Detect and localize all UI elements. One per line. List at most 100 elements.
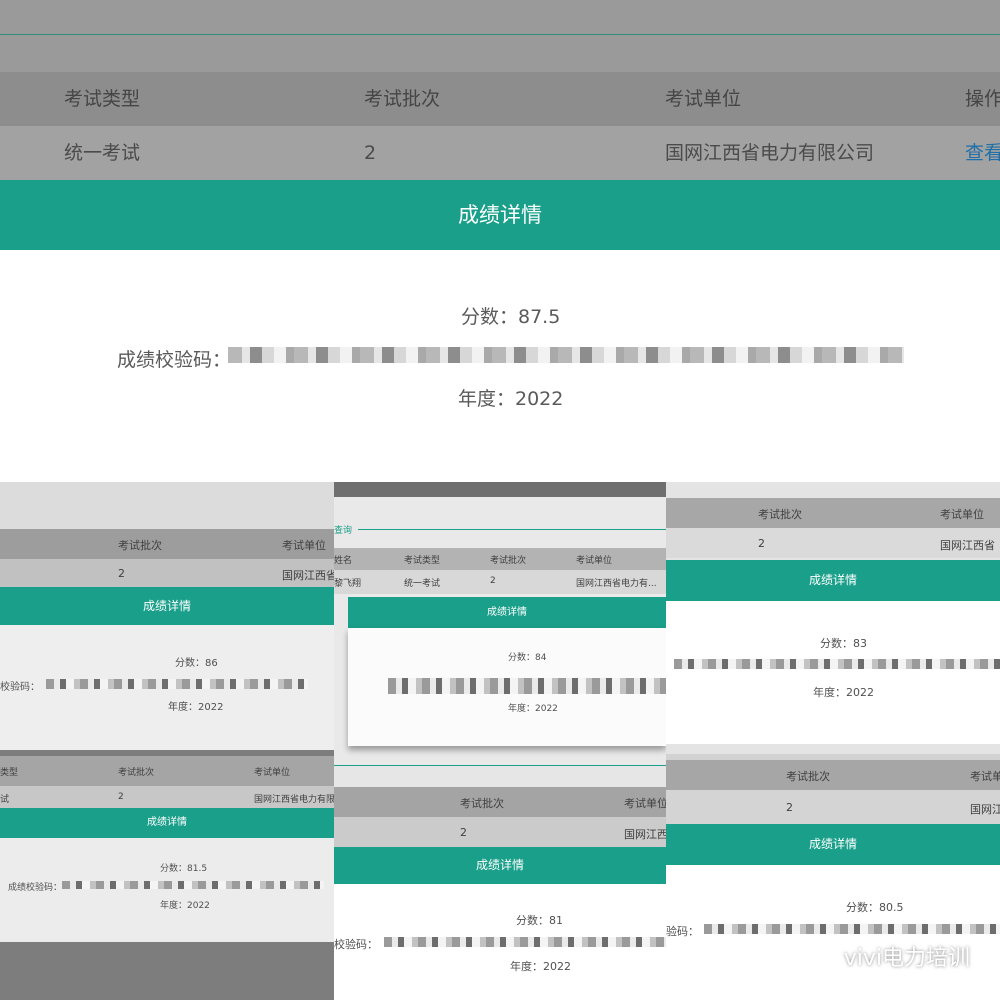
thumb-divider xyxy=(358,529,666,530)
thumb-modal-body: 分数：81 校验码： 年度：2022 xyxy=(334,884,666,1000)
thumb-modal-body: 分数：81.5 成绩校验码： 年度：2022 xyxy=(0,838,334,942)
header-divider xyxy=(0,34,1000,35)
thumb-score: 分数：83 xyxy=(820,637,867,650)
thumb-cell-batch: 2 xyxy=(460,826,467,839)
modal-title: 成绩详情 xyxy=(0,180,1000,250)
thumb-header-type: 类型 xyxy=(0,768,19,778)
thumb-cell-unit: 国网江西省电力有限公 xyxy=(254,795,334,805)
thumb-modal-title: 成绩详情 xyxy=(334,847,666,884)
thumb-header-type: 考试类型 xyxy=(404,556,441,566)
thumb-check-redacted xyxy=(62,881,324,889)
thumb-check-label: 成绩校验码： xyxy=(8,883,63,893)
score-text: 分数：87.5 xyxy=(461,306,561,328)
thumb-check-label: 校验码： xyxy=(0,682,40,693)
thumb-header-batch: 考试批次 xyxy=(118,539,162,552)
thumb-table-header: 考试批次 考试单位 xyxy=(666,498,1000,528)
thumb-query-label: 查询 xyxy=(334,526,353,536)
thumb-score: 分数：80.5 xyxy=(846,901,904,914)
thumbnail-d: 类型 考试批次 考试单位 试 2 国网江西省电力有限公 成绩详情 分数：81.5… xyxy=(0,750,334,1000)
thumb-year: 年度：2022 xyxy=(508,704,558,714)
thumb-check-label: 验码： xyxy=(666,925,699,938)
table-header: 考试类型 考试批次 考试单位 操作 xyxy=(0,72,1000,126)
thumb-year: 年度：2022 xyxy=(510,960,571,973)
thumb-table-header: 考试批次 考试单位 xyxy=(0,529,334,559)
thumb-score: 分数：81 xyxy=(516,914,563,927)
page-header-area xyxy=(0,0,1000,72)
thumb-cell-type: 试 xyxy=(0,795,10,805)
thumb-check-redacted xyxy=(46,679,308,689)
thumb-check-redacted xyxy=(674,659,1000,669)
thumb-header-batch: 考试批次 xyxy=(118,768,155,778)
thumb-cell-unit: 国网江西省 xyxy=(282,569,334,582)
thumb-check-redacted xyxy=(388,678,666,694)
thumb-modal-title: 成绩详情 xyxy=(666,560,1000,601)
thumbnail-a: 考试批次 考试单位 2 国网江西省 成绩详情 分数：86 校验码： 年度：202… xyxy=(0,482,334,750)
thumb-header-unit: 考试单 xyxy=(970,770,1000,783)
cell-exam-batch: 2 xyxy=(364,142,377,164)
thumb-header-batch: 考试批次 xyxy=(758,508,802,521)
thumb-header-unit: 考试单位 xyxy=(940,508,984,521)
thumb-header-unit: 考试单位 xyxy=(254,768,291,778)
thumb-score: 分数：84 xyxy=(508,653,547,663)
thumb-cell-batch: 2 xyxy=(758,537,765,550)
thumb-year: 年度：2022 xyxy=(160,901,210,911)
table-row: 统一考试 2 国网江西省电力有限公司 查看 xyxy=(0,126,1000,180)
thumbnail-c: 考试批次 考试单位 2 国网江西省 成绩详情 分数：83 年度：2022 xyxy=(666,482,1000,754)
thumb-table-row: 2 国网江西省 xyxy=(0,559,334,587)
thumb-table-row: 2 国网江 xyxy=(666,790,1000,824)
thumb-header-batch: 考试批次 xyxy=(490,556,527,566)
thumb-table-row: 黎飞翔 统一考试 2 国网江西省电力有... xyxy=(334,570,666,594)
header-action: 操作 xyxy=(965,88,1000,110)
thumb-header-batch: 考试批次 xyxy=(786,770,830,783)
collage: 考试类型 考试批次 考试单位 操作 统一考试 2 国网江西省电力有限公司 查看 … xyxy=(0,0,1000,1000)
thumb-table-header: 考试批次 考试单 xyxy=(666,760,1000,790)
thumb-table-header: 姓名 考试类型 考试批次 考试单位 xyxy=(334,548,666,570)
thumb-modal-body: 分数：80.5 验码： xyxy=(666,865,1000,1000)
thumb-check-label: 校验码： xyxy=(334,938,378,951)
thumb-modal-title: 成绩详情 xyxy=(348,597,666,628)
cell-exam-type: 统一考试 xyxy=(64,142,141,164)
thumb-cell-unit: 国网江西 xyxy=(624,828,666,841)
thumb-modal-body: 分数：86 校验码： 年度：2022 xyxy=(0,625,334,750)
thumb-table-header: 考试批次 考试单位 xyxy=(334,787,666,817)
thumb-modal-body: 分数：84 年度：2022 xyxy=(348,628,666,746)
thumb-header-unit: 考试单位 xyxy=(282,539,326,552)
thumb-cell-type: 统一考试 xyxy=(404,579,441,589)
cell-exam-unit: 国网江西省电力有限公司 xyxy=(665,142,875,164)
thumb-year: 年度：2022 xyxy=(813,686,874,699)
thumb-header-batch: 考试批次 xyxy=(460,797,504,810)
thumb-table-header: 类型 考试批次 考试单位 xyxy=(0,756,334,786)
watermark: vivi电力培训 xyxy=(811,940,970,972)
thumbnail-e: 考试批次 考试单位 2 国网江西 成绩详情 分数：81 校验码： 年度：2022 xyxy=(334,765,666,1000)
header-exam-type: 考试类型 xyxy=(64,88,141,110)
thumb-modal-body: 分数：83 年度：2022 xyxy=(666,601,1000,744)
thumb-table-row: 2 国网江西 xyxy=(334,817,666,847)
thumb-cell-batch: 2 xyxy=(118,567,125,580)
header-exam-batch: 考试批次 xyxy=(364,88,441,110)
thumb-modal-title: 成绩详情 xyxy=(0,587,334,625)
thumbnail-b: 查询 姓名 考试类型 考试批次 考试单位 黎飞翔 统一考试 2 国网江西省电力有… xyxy=(334,497,666,765)
thumb-year: 年度：2022 xyxy=(168,702,224,713)
thumb-check-redacted xyxy=(704,924,1000,934)
thumb-cell-unit: 国网江 xyxy=(970,803,1000,816)
year-text: 年度：2022 xyxy=(458,388,564,410)
header-exam-unit: 考试单位 xyxy=(665,88,742,110)
thumb-modal-title: 成绩详情 xyxy=(0,808,334,838)
thumb-cell-unit: 国网江西省 xyxy=(940,539,995,552)
view-link[interactable]: 查看 xyxy=(965,126,1000,180)
thumb-cell-batch: 2 xyxy=(786,801,793,814)
thumb-table-row: 2 国网江西省 xyxy=(666,528,1000,558)
modal-body: 分数：87.5 成绩校验码： 年度：2022 xyxy=(0,250,1000,482)
thumb-score: 分数：86 xyxy=(175,658,218,669)
watermark-text: vivi电力培训 xyxy=(843,946,970,971)
thumb-score: 分数：81.5 xyxy=(160,864,208,874)
thumb-cell-name: 黎飞翔 xyxy=(334,579,362,589)
thumb-cell-batch: 2 xyxy=(490,576,496,586)
thumb-cell-unit: 国网江西省电力有... xyxy=(576,579,657,589)
thumb-table-row: 试 2 国网江西省电力有限公 xyxy=(0,786,334,810)
thumb-cell-batch: 2 xyxy=(118,792,124,802)
thumb-divider xyxy=(334,765,666,766)
thumb-modal-title: 成绩详情 xyxy=(666,824,1000,865)
thumb-header-name: 姓名 xyxy=(334,556,353,566)
thumb-check-redacted xyxy=(384,937,666,947)
